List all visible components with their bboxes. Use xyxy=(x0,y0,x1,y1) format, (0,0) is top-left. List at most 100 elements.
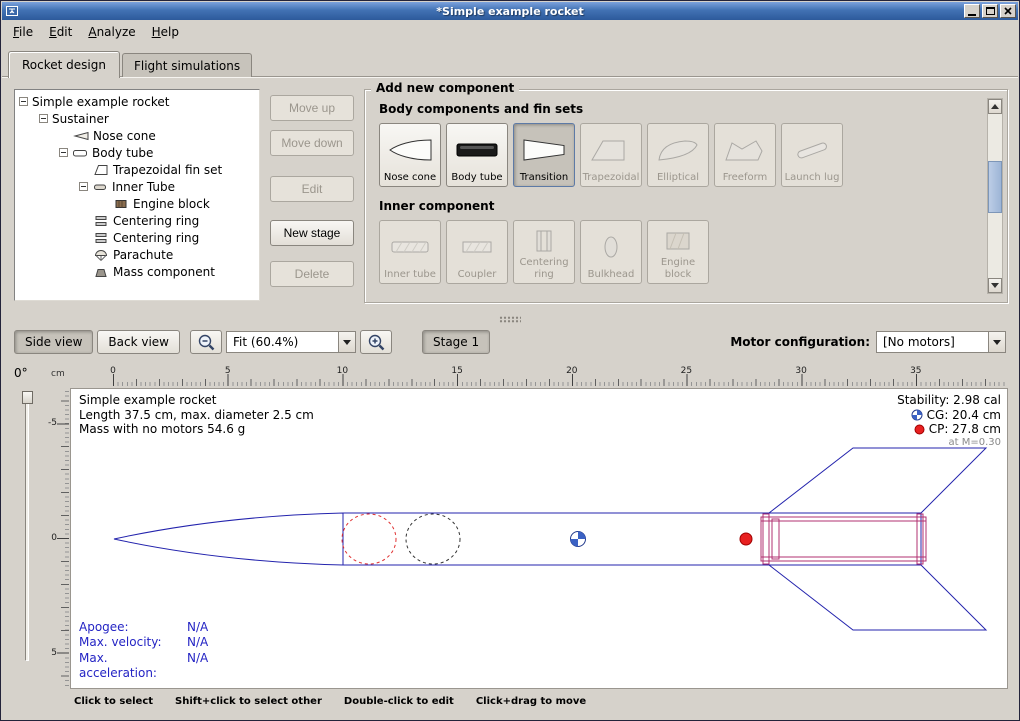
hint-click-select: Click to select xyxy=(74,696,153,707)
triangle-down-icon xyxy=(991,283,999,288)
close-button[interactable] xyxy=(1000,4,1016,18)
tree-item-label: Engine block xyxy=(133,197,210,211)
zoom-out-button[interactable] xyxy=(190,330,222,354)
zoom-in-button[interactable] xyxy=(360,330,392,354)
mach-note: at M=0.30 xyxy=(897,437,1001,449)
trapezoidal-fin-icon xyxy=(588,128,634,172)
freeform-fin-icon xyxy=(722,128,768,172)
maximize-button[interactable] xyxy=(982,4,998,18)
stage-1-toggle[interactable]: Stage 1 xyxy=(422,330,490,354)
zoom-select[interactable]: Fit (60.4%) xyxy=(226,331,356,353)
minimize-button[interactable] xyxy=(964,4,980,18)
side-view-button[interactable]: Side view xyxy=(14,330,93,354)
tree-item-rocket[interactable]: Simple example rocket xyxy=(15,93,259,110)
engine-block-icon xyxy=(113,198,129,210)
add-component-panel: Add new component Body components and fi… xyxy=(364,89,1008,303)
app-icon[interactable] xyxy=(5,4,19,18)
collapse-icon[interactable] xyxy=(39,114,48,123)
hint-shift-click: Shift+click to select other xyxy=(175,696,322,707)
body-tube-icon xyxy=(72,147,88,159)
component-button-transition[interactable]: Transition xyxy=(513,123,575,187)
nose-cone-icon xyxy=(387,128,433,172)
cp-marker-icon xyxy=(740,533,752,545)
mass-component-shape[interactable] xyxy=(406,514,460,564)
component-button-centering-ring: Centering ring xyxy=(513,220,575,284)
scroll-down-button[interactable] xyxy=(988,278,1002,293)
tree-item-label: Simple example rocket xyxy=(32,95,169,109)
menu-help[interactable]: Help xyxy=(144,22,187,42)
split-pane-divider[interactable] xyxy=(2,315,1018,324)
tab-rocket-design[interactable]: Rocket design xyxy=(8,51,120,78)
cg-legend-icon xyxy=(911,409,923,421)
ruler-ticks xyxy=(57,388,69,689)
component-button-engine-block: Engine block xyxy=(647,220,709,284)
fin-lower-shape[interactable] xyxy=(769,565,986,630)
nose-cone-shape[interactable] xyxy=(114,513,343,565)
component-button-label: Bulkhead xyxy=(588,269,635,281)
tree-item-parachute[interactable]: Parachute xyxy=(15,246,259,263)
apogee-value: N/A xyxy=(187,620,208,636)
back-view-button[interactable]: Back view xyxy=(97,330,180,354)
tree-item-label: Sustainer xyxy=(52,112,109,126)
collapse-icon[interactable] xyxy=(59,148,68,157)
scrollbar-thumb[interactable] xyxy=(988,161,1002,213)
component-button-nose-cone[interactable]: Nose cone xyxy=(379,123,441,187)
component-scrollbar[interactable] xyxy=(987,98,1003,294)
tree-item-centering-ring[interactable]: Centering ring xyxy=(15,229,259,246)
tree-item-mass-component[interactable]: Mass component xyxy=(15,263,259,280)
coupler-icon xyxy=(454,225,500,269)
vertical-ruler: -5 0 5 xyxy=(48,388,70,689)
dropdown-button[interactable] xyxy=(338,332,355,352)
menu-file[interactable]: File xyxy=(5,22,41,42)
tree-item-engine-block[interactable]: Engine block xyxy=(15,195,259,212)
component-button-body-tube[interactable]: Body tube xyxy=(446,123,508,187)
cg-marker-icon xyxy=(571,532,586,547)
chevron-down-icon xyxy=(993,340,1001,345)
inner-tube-wall-shape[interactable] xyxy=(761,521,926,557)
menu-edit[interactable]: Edit xyxy=(41,22,80,42)
rocket-info: Simple example rocket Length 37.5 cm, ma… xyxy=(79,393,314,437)
tree-item-nose-cone[interactable]: Nose cone xyxy=(15,127,259,144)
tree-item-label: Body tube xyxy=(92,146,153,160)
new-stage-button[interactable]: New stage xyxy=(270,220,354,246)
fin-upper-shape[interactable] xyxy=(769,448,986,513)
tree-item-centering-ring[interactable]: Centering ring xyxy=(15,212,259,229)
tree-item-inner-tube[interactable]: Inner Tube xyxy=(15,178,259,195)
inner-tube-icon xyxy=(387,225,433,269)
parachute-icon xyxy=(93,249,109,261)
engine-block-shape[interactable] xyxy=(772,519,779,559)
component-button-inner-tube: Inner tube xyxy=(379,220,441,284)
fin-set-icon xyxy=(93,164,109,176)
component-button-launch-lug: Launch lug xyxy=(781,123,843,187)
stability-info: Stability: 2.98 cal CG: 20.4 cm CP: 27.8… xyxy=(897,393,1001,449)
tree-item-fin-set[interactable]: Trapezoidal fin set xyxy=(15,161,259,178)
tree-item-label: Nose cone xyxy=(93,129,156,143)
tree-item-sustainer[interactable]: Sustainer xyxy=(15,110,259,127)
component-button-label: Coupler xyxy=(458,269,497,281)
tree-item-body-tube[interactable]: Body tube xyxy=(15,144,259,161)
rocket-canvas[interactable]: Simple example rocket Length 37.5 cm, ma… xyxy=(70,388,1008,689)
rotation-slider[interactable] xyxy=(22,391,33,661)
menu-analyze[interactable]: Analyze xyxy=(80,22,143,42)
slider-handle[interactable] xyxy=(22,391,33,404)
tab-strip: Rocket design Flight simulations xyxy=(2,46,1018,77)
max-acceleration-value: N/A xyxy=(187,651,208,682)
parachute-shape[interactable] xyxy=(342,514,396,564)
max-velocity-label: Max. velocity: xyxy=(79,635,187,651)
rotation-angle-label: 0° xyxy=(14,366,28,380)
dropdown-button[interactable] xyxy=(988,332,1005,352)
tree-item-label: Inner Tube xyxy=(112,180,175,194)
collapse-icon[interactable] xyxy=(19,97,28,106)
component-button-label: Trapezoidal xyxy=(583,172,640,184)
collapse-icon[interactable] xyxy=(79,182,88,191)
inner-tube-shape[interactable] xyxy=(761,517,926,561)
add-component-title: Add new component xyxy=(371,81,519,95)
ruler-ticks xyxy=(113,374,1008,386)
component-button-bulkhead: Bulkhead xyxy=(580,220,642,284)
motor-configuration-select[interactable]: [No motors] xyxy=(876,331,1006,353)
slider-track[interactable] xyxy=(25,391,29,661)
cg-value: CG: 20.4 cm xyxy=(927,408,1001,423)
scroll-up-button[interactable] xyxy=(988,99,1002,114)
tab-flight-simulations[interactable]: Flight simulations xyxy=(122,53,252,77)
inner-components-row: Inner tube Coupler Centering ring Bulkhe… xyxy=(379,220,1007,284)
